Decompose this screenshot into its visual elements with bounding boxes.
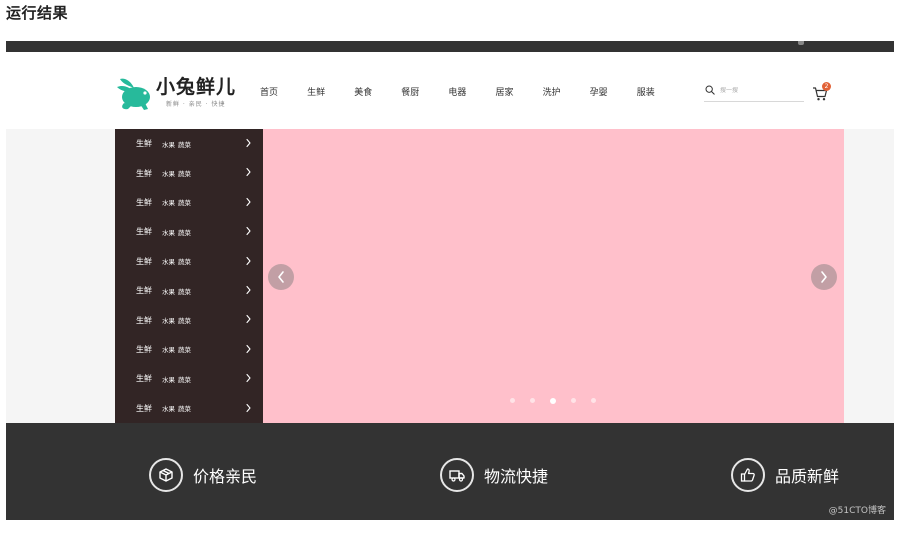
article-heading: 运行结果 [6, 4, 69, 22]
service-item-quality: 品质新鲜 [731, 457, 839, 493]
category-name: 生鲜 [136, 197, 152, 207]
service-label: 物流快捷 [484, 467, 549, 486]
search-input[interactable] [720, 87, 800, 94]
service-label: 价格亲民 [193, 467, 258, 486]
category-item[interactable]: 生鲜 水果 蔬菜 [115, 188, 263, 217]
service-label: 品质新鲜 [775, 467, 840, 486]
category-sub-link[interactable]: 蔬菜 [178, 139, 191, 149]
cart-count-badge: 2 [822, 82, 831, 91]
nav-item-fresh[interactable]: 生鲜 [307, 85, 354, 98]
category-menu: 生鲜 水果 蔬菜 生鲜 水果 蔬菜 生鲜 水果 蔬菜 生鲜 水果 蔬菜 生鲜 水果 蔬菜 生鲜 水果 蔬菜 生鲜 水果… [115, 129, 263, 423]
category-item[interactable]: 生鲜 水果 蔬菜 [115, 158, 263, 187]
carousel-dot[interactable] [591, 398, 596, 403]
chevron-right-icon [246, 256, 251, 265]
watermark: @51CTO博客 [828, 506, 886, 516]
top-bar [6, 41, 894, 52]
chevron-right-icon [821, 271, 827, 283]
category-item[interactable]: 生鲜 水果 蔬菜 [115, 217, 263, 246]
category-item[interactable]: 生鲜 水果 蔬菜 [115, 364, 263, 393]
delivery-truck-icon [440, 458, 474, 492]
price-box-icon [149, 458, 183, 492]
carousel-dot-active[interactable] [550, 397, 556, 404]
category-sub-link[interactable]: 水果 [162, 403, 175, 413]
category-sub-link[interactable]: 水果 [162, 227, 175, 237]
chevron-right-icon [246, 285, 251, 295]
category-item[interactable]: 生鲜 水果 蔬菜 [115, 247, 263, 276]
category-sub-link[interactable]: 水果 [162, 286, 175, 296]
chevron-right-icon [246, 138, 251, 148]
nav-item-home-living[interactable]: 居家 [495, 85, 542, 98]
site-logo[interactable]: 小兔鲜儿 新鲜 · 亲民 · 快捷 [114, 69, 244, 115]
category-name: 生鲜 [136, 374, 152, 384]
category-sub-link[interactable]: 水果 [162, 197, 175, 207]
carousel-dots [510, 397, 611, 404]
category-name: 生鲜 [136, 315, 152, 325]
category-sub-link[interactable]: 水果 [162, 374, 175, 384]
chevron-right-icon [246, 344, 251, 353]
category-sub-link[interactable]: 水果 [162, 344, 175, 354]
site-header: 小兔鲜儿 新鲜 · 亲民 · 快捷 首页 生鲜 美食 餐厨 电器 居家 洗护 孕… [6, 52, 894, 129]
rabbit-logo-icon [117, 78, 150, 110]
category-item[interactable]: 生鲜 水果 蔬菜 [115, 394, 263, 423]
carousel-prev-button[interactable] [268, 264, 294, 290]
logo-text: 小兔鲜儿 [156, 76, 237, 98]
category-name: 生鲜 [136, 168, 152, 178]
nav-item-kitchen[interactable]: 餐厨 [401, 85, 448, 98]
service-item-price: 价格亲民 [149, 457, 257, 493]
category-item[interactable]: 生鲜 水果 蔬菜 [115, 305, 263, 334]
nav-item-home[interactable]: 首页 [260, 85, 307, 98]
carousel-dot[interactable] [510, 398, 515, 403]
thumbs-up-icon [731, 458, 765, 492]
chevron-right-icon [246, 168, 251, 177]
category-sub-link[interactable]: 蔬菜 [178, 344, 191, 354]
nav-item-appliances[interactable]: 电器 [448, 85, 495, 98]
service-item-delivery: 物流快捷 [440, 457, 548, 493]
category-name: 生鲜 [136, 139, 152, 149]
banner-area: 生鲜 水果 蔬菜 生鲜 水果 蔬菜 生鲜 水果 蔬菜 生鲜 水果 蔬菜 生鲜 水果 蔬菜 生鲜 水果 蔬菜 生鲜 水果… [6, 129, 894, 423]
category-sub-link[interactable]: 蔬菜 [178, 168, 191, 178]
carousel-slide[interactable] [262, 129, 844, 423]
carousel-dot[interactable] [530, 398, 535, 403]
nav-item-care[interactable]: 洗护 [543, 85, 590, 98]
category-item[interactable]: 生鲜 水果 蔬菜 [115, 276, 263, 305]
cart-button[interactable]: 2 [812, 82, 834, 103]
category-name: 生鲜 [136, 403, 152, 413]
chevron-right-icon [246, 374, 251, 383]
search-icon[interactable] [705, 85, 715, 95]
carousel-dot[interactable] [571, 398, 576, 403]
search-box [704, 83, 804, 102]
nav-item-clothing[interactable]: 服装 [637, 85, 684, 98]
category-name: 生鲜 [136, 286, 152, 296]
carousel-next-button[interactable] [811, 264, 837, 290]
webpage-preview: 小兔鲜儿 新鲜 · 亲民 · 快捷 首页 生鲜 美食 餐厨 电器 居家 洗护 孕… [6, 41, 894, 520]
category-sub-link[interactable]: 蔬菜 [178, 403, 191, 413]
category-name: 生鲜 [136, 256, 152, 266]
category-sub-link[interactable]: 蔬菜 [178, 227, 191, 237]
main-nav: 首页 生鲜 美食 餐厨 电器 居家 洗护 孕婴 服装 [260, 85, 684, 98]
chevron-left-icon [278, 271, 284, 283]
chevron-right-icon [246, 315, 251, 324]
chevron-right-icon [246, 227, 251, 236]
category-item[interactable]: 生鲜 水果 蔬菜 [115, 335, 263, 364]
category-sub-link[interactable]: 蔬菜 [178, 197, 191, 207]
category-sub-link[interactable]: 水果 [162, 168, 175, 178]
logo-slogan: 新鲜 · 亲民 · 快捷 [166, 101, 226, 108]
category-name: 生鲜 [136, 344, 152, 354]
chevron-right-icon [246, 197, 251, 206]
nav-item-baby[interactable]: 孕婴 [590, 85, 637, 98]
category-sub-link[interactable]: 蔬菜 [178, 286, 191, 296]
chevron-right-icon [246, 403, 251, 412]
category-sub-link[interactable]: 水果 [162, 256, 175, 266]
category-sub-link[interactable]: 蔬菜 [178, 374, 191, 384]
top-bar-marker [798, 41, 804, 45]
category-sub-link[interactable]: 水果 [162, 315, 175, 325]
category-name: 生鲜 [136, 227, 152, 237]
category-sub-link[interactable]: 蔬菜 [178, 315, 191, 325]
nav-item-food[interactable]: 美食 [354, 85, 401, 98]
category-sub-link[interactable]: 蔬菜 [178, 256, 191, 266]
category-sub-link[interactable]: 水果 [162, 139, 175, 149]
category-item[interactable]: 生鲜 水果 蔬菜 [115, 129, 263, 158]
service-bar: 价格亲民 物流快捷 品质新鲜 [6, 423, 894, 520]
